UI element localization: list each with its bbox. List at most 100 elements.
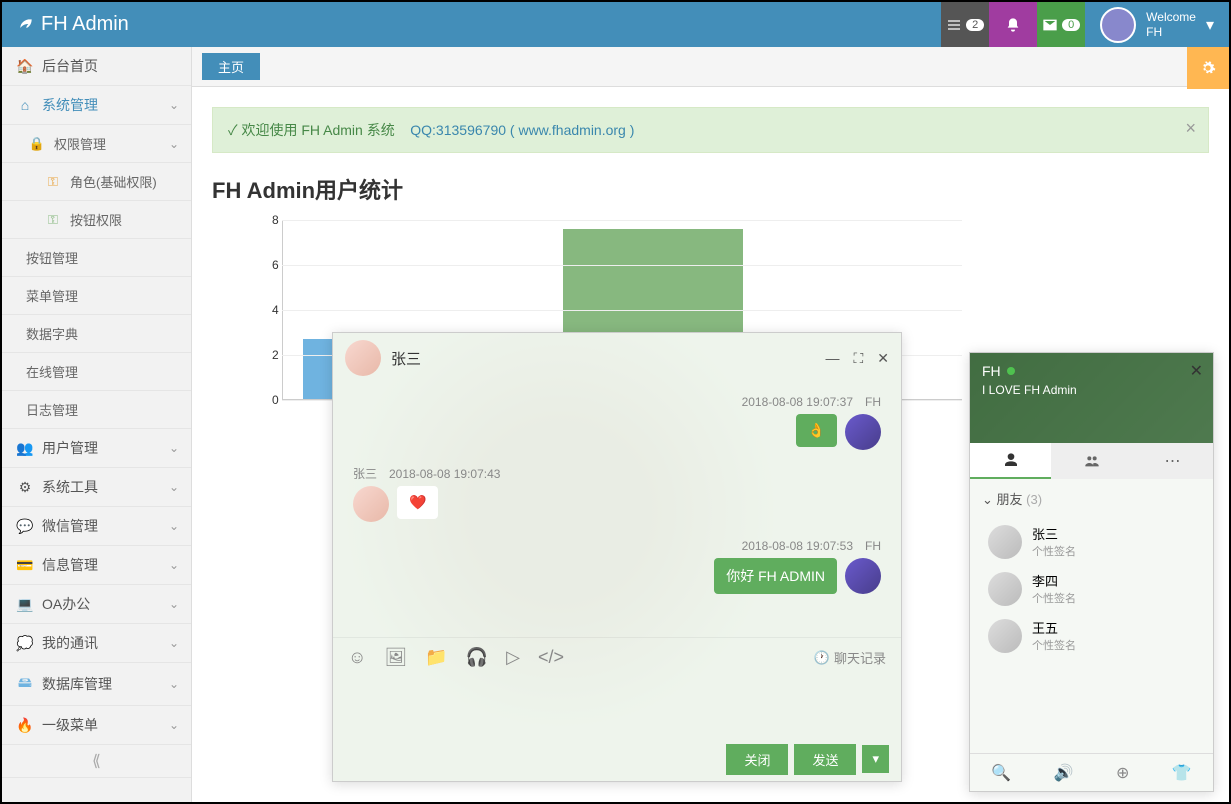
chat-send-dropdown[interactable]: ▾ [862, 745, 889, 773]
alert-text: ✓ 欢迎使用 FH Admin 系统 [228, 122, 395, 138]
friend-item[interactable]: 李四个性签名 [970, 565, 1213, 612]
chat-close-button[interactable]: 关闭 [726, 744, 788, 775]
chat-message: 2018-08-08 19:07:53 FH 你好 FH ADMIN [353, 537, 881, 594]
welcome-text: Welcome FH [1146, 10, 1196, 39]
sidebar-item-db[interactable]: 🖴数据库管理⌄ [2, 663, 191, 706]
maximize-icon[interactable]: ⛶ [853, 350, 863, 367]
skin-icon[interactable]: 👕 [1172, 763, 1192, 783]
sidebar-item-buttonmgmt[interactable]: 按钮管理 [2, 239, 191, 277]
sidebar-item-dict[interactable]: 数据字典 [2, 315, 191, 353]
sidebar-item-online[interactable]: 在线管理 [2, 353, 191, 391]
alert-link[interactable]: ( www.fhadmin.org ) [510, 122, 634, 138]
code-icon[interactable]: </> [538, 647, 564, 668]
chat-input[interactable] [333, 677, 901, 737]
sidebar-item-wechat[interactable]: 💬微信管理⌄ [2, 507, 191, 546]
notifications-button[interactable] [989, 2, 1037, 47]
tab-contacts[interactable] [970, 443, 1051, 479]
tab-more[interactable]: ⋯ [1132, 443, 1213, 479]
chat-footer: 关闭 发送 ▾ [333, 737, 901, 781]
chevron-down-icon: ⌄ [169, 441, 179, 455]
leaf-icon [17, 13, 33, 36]
emoji-icon[interactable]: ☺ [348, 647, 366, 668]
my-signature: I LOVE FH Admin [982, 383, 1201, 397]
search-icon[interactable]: 🔍 [991, 763, 1011, 783]
message-meta: 2018-08-08 19:07:53 FH [353, 537, 881, 554]
welcome-alert: ✓ 欢迎使用 FH Admin 系统 QQ:313596790 ( www.fh… [212, 107, 1209, 153]
video-icon[interactable]: ▷ [506, 647, 520, 668]
audio-icon[interactable]: 🎧 [466, 647, 488, 668]
file-icon[interactable]: 📁 [425, 647, 447, 668]
sidebar-item-log[interactable]: 日志管理 [2, 391, 191, 429]
fire-icon: 🔥 [14, 717, 36, 734]
key-icon: ⚿ [42, 174, 64, 190]
sidebar-item-level1[interactable]: 🔥一级菜单⌄ [2, 706, 191, 745]
sidebar-item-users[interactable]: 👥用户管理⌄ [2, 429, 191, 468]
friend-avatar [988, 525, 1022, 559]
friend-name: 王五 [1032, 618, 1076, 637]
messages-button[interactable]: 0 [1037, 2, 1085, 47]
friend-item[interactable]: 张三个性签名 [970, 518, 1213, 565]
chat-window-controls: — ⛶ ✕ [825, 350, 889, 367]
comment-icon: 💭 [14, 635, 36, 652]
y-tick: 2 [272, 348, 280, 362]
chat-history-link[interactable]: 🕐 聊天记录 [814, 648, 886, 667]
card-icon: 💳 [14, 557, 36, 574]
chevron-down-icon: ⌄ [169, 558, 179, 572]
user-menu[interactable]: Welcome FH ▾ [1085, 7, 1229, 43]
chat-send-button[interactable]: 发送 [794, 744, 856, 775]
minimize-icon[interactable]: — [825, 350, 839, 367]
friend-name: 张三 [1032, 524, 1076, 543]
messages-badge: 0 [1062, 19, 1080, 31]
sound-icon[interactable]: 🔊 [1054, 763, 1074, 783]
close-icon[interactable]: ✕ [1190, 361, 1203, 381]
chat-message: 2018-08-08 19:07:37 FH 👌 [353, 393, 881, 450]
message-bubble: 你好 FH ADMIN [714, 558, 837, 594]
close-icon[interactable]: ✕ [877, 350, 889, 367]
chevron-down-icon: ⌄ [169, 98, 179, 112]
y-tick: 0 [272, 393, 280, 407]
friend-group[interactable]: ⌄ 朋友 (3) [970, 479, 1213, 518]
chevron-down-icon: ⌄ [169, 137, 179, 151]
sidebar-item-permission[interactable]: 🔒权限管理⌄ [2, 125, 191, 163]
sidebar-item-home[interactable]: 🏠后台首页 [2, 47, 191, 86]
image-icon[interactable]: 🖼 [384, 647, 407, 668]
sidebar: 🏠后台首页 ⌂系统管理⌄ 🔒权限管理⌄ ⚿角色(基础权限) ⚿按钮权限 按钮管理… [2, 47, 192, 802]
chat-toolbar: ☺ 🖼 📁 🎧 ▷ </> 🕐 聊天记录 [333, 637, 901, 677]
message-bubble: 👌 [796, 414, 837, 447]
add-icon[interactable]: ⊕ [1116, 763, 1129, 783]
chat-contact-name: 张三 [391, 348, 421, 369]
close-icon[interactable]: × [1185, 118, 1196, 139]
friend-signature: 个性签名 [1032, 543, 1076, 559]
sidebar-collapse[interactable]: ⟪ [2, 745, 191, 778]
laptop-icon: 💻 [14, 596, 36, 613]
sidebar-item-oa[interactable]: 💻OA办公⌄ [2, 585, 191, 624]
sidebar-item-role[interactable]: ⚿角色(基础权限) [2, 163, 191, 201]
chevron-down-icon: ⌄ [169, 677, 179, 691]
sidebar-item-info[interactable]: 💳信息管理⌄ [2, 546, 191, 585]
sidebar-item-buttonperm[interactable]: ⚿按钮权限 [2, 201, 191, 239]
tab-home[interactable]: 主页 [202, 53, 260, 80]
chat-window: 张三 — ⛶ ✕ 2018-08-08 19:07:37 FH 👌 张三 201… [332, 332, 902, 782]
friends-panel: ✕ FH I LOVE FH Admin ⋯ ⌄ 朋友 (3) 张三个性签名 李… [969, 352, 1214, 792]
sidebar-item-menumgmt[interactable]: 菜单管理 [2, 277, 191, 315]
chat-header[interactable]: 张三 — ⛶ ✕ [333, 333, 901, 383]
dashboard-icon: 🏠 [14, 58, 36, 75]
my-name: FH [982, 363, 1201, 379]
sidebar-item-comm[interactable]: 💭我的通讯⌄ [2, 624, 191, 663]
message-avatar [845, 414, 881, 450]
chart-title: FH Admin用户统计 [212, 173, 1209, 205]
alert-qq: QQ:313596790 [410, 122, 506, 138]
friends-header: ✕ FH I LOVE FH Admin [970, 353, 1213, 443]
gear-icon: ⚙ [14, 479, 36, 496]
tab-groups[interactable] [1051, 443, 1132, 479]
friend-item[interactable]: 王五个性签名 [970, 612, 1213, 659]
tasks-button[interactable]: 2 [941, 2, 989, 47]
sidebar-item-system[interactable]: ⌂系统管理⌄ [2, 86, 191, 125]
chevron-down-icon: ⌄ [169, 519, 179, 533]
sidebar-item-tools[interactable]: ⚙系统工具⌄ [2, 468, 191, 507]
message-meta: 2018-08-08 19:07:37 FH [353, 393, 881, 410]
gear-button[interactable] [1187, 47, 1229, 89]
brand: FH Admin [2, 13, 144, 36]
y-tick: 6 [272, 258, 280, 272]
users-icon: 👥 [14, 440, 36, 457]
